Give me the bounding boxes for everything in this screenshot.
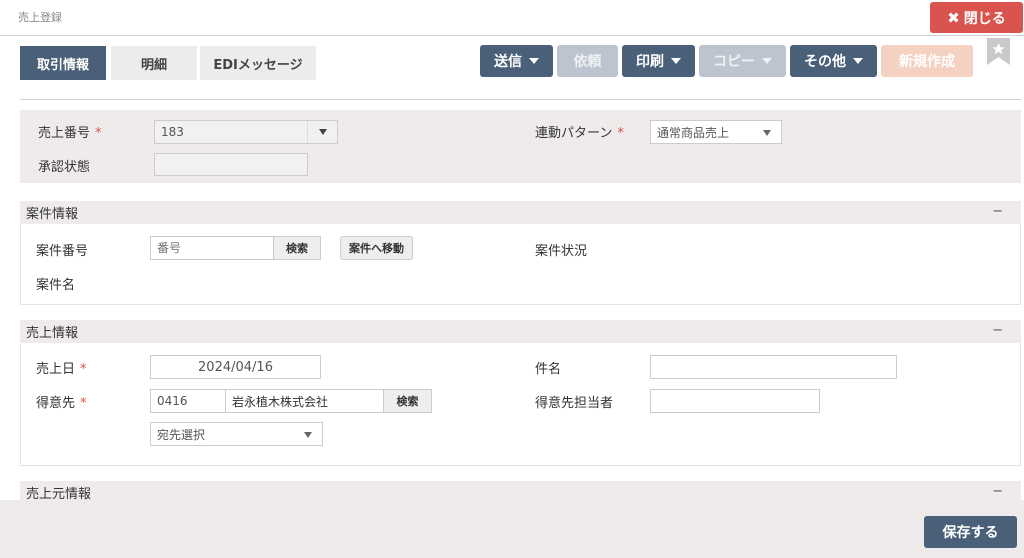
request-label: 依頼 [573, 54, 602, 70]
tab-edi-message[interactable]: EDIメッセージ [200, 46, 316, 80]
required-mark: * [617, 126, 624, 141]
footer-bar [0, 500, 1024, 558]
chevron-down-icon [304, 432, 312, 438]
project-no-input[interactable] [150, 236, 274, 260]
close-icon: ✖ [947, 8, 960, 27]
approval-field [154, 153, 308, 176]
chevron-down-icon [762, 58, 772, 64]
move-to-project-button[interactable]: 案件へ移動 [340, 236, 413, 260]
project-status-label: 案件状況 [535, 244, 588, 259]
sales-date-input[interactable]: 2024/04/16 [150, 355, 321, 379]
customer-contact-label: 得意先担当者 [535, 396, 614, 411]
other-button[interactable]: その他 [790, 45, 877, 77]
customer-label-text: 得意先 [36, 396, 76, 411]
collapse-icon[interactable]: − [992, 323, 1003, 338]
collapse-icon[interactable]: − [992, 204, 1003, 219]
dropdown-toggle[interactable] [307, 121, 337, 143]
sales-no-select[interactable]: 183 [154, 120, 338, 144]
subject-label: 件名 [535, 362, 562, 377]
top-divider [0, 35, 1024, 36]
customer-search-button[interactable]: 検索 [383, 389, 432, 413]
request-button[interactable]: 依頼 [557, 45, 618, 77]
bookmark-icon[interactable] [987, 38, 1010, 65]
copy-button[interactable]: コピー [699, 45, 786, 77]
close-button-label: 閉じる [963, 10, 1006, 27]
new-label: 新規作成 [899, 54, 955, 70]
link-pattern-value: 通常商品売上 [657, 125, 730, 140]
sales-no-label-text: 売上番号 [38, 126, 91, 141]
approval-label: 承認状態 [38, 160, 91, 175]
customer-contact-input[interactable] [650, 389, 820, 413]
print-label: 印刷 [636, 54, 664, 70]
chevron-down-icon [763, 130, 771, 136]
copy-label: コピー [713, 54, 755, 70]
sales-date-label: 売上日 * [36, 358, 87, 377]
collapse-icon[interactable]: − [992, 484, 1003, 499]
customer-name-field[interactable]: 岩永植木株式会社 [225, 389, 384, 413]
chevron-down-icon [529, 58, 539, 64]
close-button[interactable]: ✖ 閉じる [930, 2, 1023, 33]
required-mark: * [80, 362, 87, 377]
page-title: 売上登録 [18, 11, 62, 24]
send-button[interactable]: 送信 [480, 45, 553, 77]
sales-no-value: 183 [161, 125, 184, 139]
project-search-button[interactable]: 検索 [273, 236, 321, 260]
new-button[interactable]: 新規作成 [881, 45, 973, 77]
customer-label: 得意先 * [36, 392, 87, 411]
sales-no-label: 売上番号 * [38, 122, 102, 141]
project-name-label: 案件名 [36, 278, 76, 293]
send-label: 送信 [494, 54, 522, 70]
other-label: その他 [804, 54, 846, 70]
address-select[interactable]: 宛先選択 [150, 422, 323, 446]
tab-transaction-info[interactable]: 取引情報 [20, 46, 106, 80]
sales-section-title: 売上情報 [26, 326, 79, 341]
chevron-down-icon [318, 129, 327, 135]
subject-input[interactable] [650, 355, 897, 379]
customer-code-input[interactable]: 0416 [150, 389, 226, 413]
chevron-down-icon [853, 58, 863, 64]
print-button[interactable]: 印刷 [622, 45, 695, 77]
address-select-value: 宛先選択 [157, 427, 206, 442]
link-pattern-select[interactable]: 通常商品売上 [650, 120, 782, 144]
project-section-title: 案件情報 [26, 207, 79, 222]
sales-section-header[interactable]: 売上情報 − [20, 320, 1021, 343]
link-pattern-label-text: 連動パターン [535, 126, 613, 141]
project-no-label: 案件番号 [36, 244, 89, 259]
chevron-down-icon [671, 58, 681, 64]
link-pattern-label: 連動パターン * [535, 122, 624, 141]
project-section-header[interactable]: 案件情報 − [20, 201, 1021, 224]
save-button[interactable]: 保存する [924, 516, 1017, 548]
tab-details[interactable]: 明細 [111, 46, 197, 80]
divider [20, 99, 1021, 100]
required-mark: * [95, 126, 102, 141]
required-mark: * [80, 396, 87, 411]
sales-date-label-text: 売上日 [36, 362, 76, 377]
